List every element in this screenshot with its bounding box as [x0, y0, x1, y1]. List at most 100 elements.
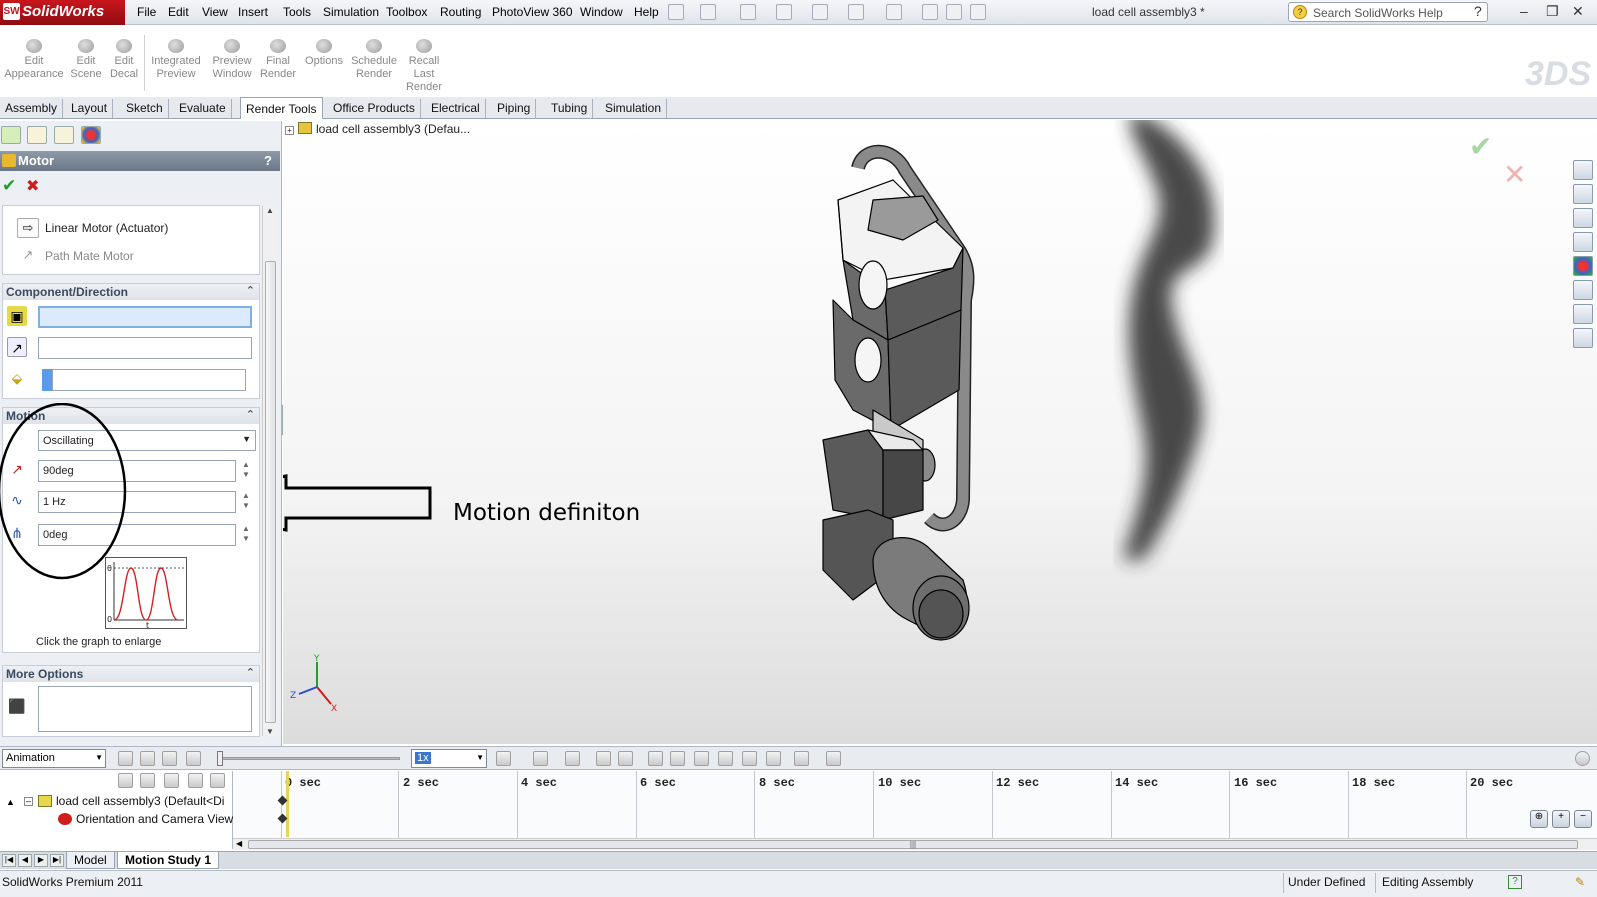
scroll-down-icon[interactable]: ▼ [266, 727, 274, 736]
tab-simulation[interactable]: Simulation [600, 99, 668, 119]
file-explorer-icon[interactable] [1573, 208, 1593, 228]
collapse-icon[interactable]: ⌃ [246, 284, 255, 297]
pm-scrollbar[interactable]: ▲ ▼ [262, 206, 278, 736]
appearance-manager-icon[interactable] [81, 126, 101, 144]
open-icon[interactable] [740, 4, 756, 20]
solidworks-resources-icon[interactable] [1573, 160, 1593, 180]
appearances-scenes-icon[interactable] [1573, 256, 1593, 276]
undo-icon[interactable] [848, 4, 864, 20]
motion-study-properties-icon[interactable] [826, 751, 841, 766]
zoom-in-timeline-icon[interactable]: + [1552, 810, 1570, 828]
collapse-icon[interactable]: ⌃ [246, 666, 255, 679]
frequency-spinner[interactable]: ▲ ▼ [241, 491, 251, 513]
menu-insert[interactable]: Insert [238, 5, 268, 19]
timeline-scrollbar[interactable]: ◀ ||| [233, 838, 1597, 850]
search-input[interactable]: ? Search SolidWorks Help [1288, 2, 1488, 22]
restore-icon[interactable]: ❐ [1546, 3, 1559, 20]
time-bar[interactable] [286, 771, 289, 837]
next-tab-icon[interactable]: ▶ [34, 854, 48, 867]
play-icon[interactable] [162, 751, 177, 766]
menu-file[interactable]: File [137, 5, 156, 19]
path-mate-motor-option[interactable]: ↗ Path Mate Motor [23, 247, 134, 263]
view-palette-icon[interactable] [1573, 232, 1593, 252]
direction-icon[interactable]: ↗ [7, 337, 27, 357]
gfx-minimize-icon[interactable]: – [1501, 120, 1508, 122]
gfx-close-icon[interactable]: ✕ [1549, 120, 1559, 122]
gfx-restore-icon[interactable]: ❐ [1525, 120, 1536, 122]
linear-motor-icon[interactable] [670, 751, 685, 766]
preview-window-button[interactable]: Preview Window [210, 39, 254, 81]
design-library-icon[interactable] [1573, 184, 1593, 204]
force-icon[interactable] [742, 751, 757, 766]
menu-help[interactable]: Help [634, 5, 659, 19]
tab-model[interactable]: Model [66, 852, 115, 869]
slider-knob[interactable] [217, 751, 223, 766]
pm-help-button[interactable]: ? [264, 153, 272, 168]
tab-office-products[interactable]: Office Products [328, 99, 421, 119]
solidworks-logo[interactable]: SW SolidWorks [0, 0, 125, 25]
close-icon[interactable]: ✕ [1572, 3, 1584, 20]
feature-manager-icon[interactable] [1, 126, 21, 144]
confirmation-ok-icon[interactable]: ✔ [1469, 130, 1492, 163]
expand-icon[interactable]: + [285, 126, 294, 135]
component-direction-header[interactable]: Component/Direction ⌃ [3, 284, 259, 300]
tab-tubing[interactable]: Tubing [546, 99, 594, 119]
load-cell-assembly-model[interactable] [813, 140, 983, 655]
edit-decal-button[interactable]: Edit Decal [106, 39, 142, 81]
tab-sketch[interactable]: Sketch [121, 99, 169, 119]
filter-results-icon[interactable] [188, 773, 203, 788]
menu-view[interactable]: View [202, 5, 228, 19]
cancel-icon[interactable]: ✖ [26, 176, 39, 196]
filter-selected-icon[interactable] [164, 773, 179, 788]
last-tab-icon[interactable]: ▶| [50, 854, 64, 867]
rebuild-icon[interactable] [922, 4, 938, 20]
recording-icon[interactable] [1573, 328, 1593, 348]
options-icon[interactable] [970, 4, 986, 20]
tab-layout[interactable]: Layout [66, 99, 114, 119]
scroll-up-icon[interactable]: ▲ [266, 206, 274, 215]
solidworks-forum-icon[interactable] [1573, 304, 1593, 324]
recall-last-render-button[interactable]: Recall Last Render [404, 39, 444, 94]
results-plots-icon[interactable] [794, 751, 809, 766]
menu-edit[interactable]: Edit [168, 5, 189, 19]
print-icon[interactable] [812, 4, 828, 20]
filter-animated-icon[interactable] [118, 773, 133, 788]
tab-motion-study-1[interactable]: Motion Study 1 [117, 852, 219, 869]
relative-component-field[interactable] [52, 369, 246, 391]
autokey-icon[interactable] [596, 751, 611, 766]
save-animation-icon[interactable] [533, 751, 548, 766]
configuration-manager-icon[interactable] [54, 126, 74, 144]
stop-icon[interactable] [186, 751, 201, 766]
playback-slider[interactable] [217, 751, 400, 766]
collapse-tree-icon[interactable]: ▲ [6, 797, 15, 807]
playback-speed-select[interactable]: 1x ▼ [411, 749, 487, 768]
edit-appearance-button[interactable]: Edit Appearance [4, 39, 64, 81]
more-options-header[interactable]: More Options ⌃ [3, 666, 259, 682]
amplitude-spinner[interactable]: ▲ ▼ [241, 460, 251, 482]
animation-wizard-icon[interactable] [565, 751, 580, 766]
select-icon[interactable] [886, 4, 902, 20]
playback-mode-icon[interactable] [496, 751, 511, 766]
ok-icon[interactable]: ✔ [2, 176, 16, 196]
prev-tab-icon[interactable]: ◀ [18, 854, 32, 867]
tab-render-tools[interactable]: Render Tools [240, 97, 323, 119]
tab-electrical[interactable]: Electrical [426, 99, 486, 119]
zoom-out-timeline-icon[interactable]: − [1574, 810, 1592, 828]
confirmation-cancel-icon[interactable]: ✕ [1503, 158, 1526, 191]
first-tab-icon[interactable]: |◀ [2, 854, 16, 867]
tab-assembly[interactable]: Assembly [0, 99, 64, 119]
file-properties-icon[interactable] [946, 4, 962, 20]
linear-motor-option[interactable]: ⇨ Linear Motor (Actuator) [17, 218, 168, 238]
minimize-icon[interactable]: – [1520, 3, 1528, 19]
auto-sort-icon[interactable] [210, 773, 225, 788]
tab-piping[interactable]: Piping [492, 99, 537, 119]
menu-tools[interactable]: Tools [283, 5, 311, 19]
rotary-motor-icon[interactable] [648, 751, 663, 766]
scroll-left-icon[interactable]: ◀ [236, 839, 242, 848]
phase-shift-spinner[interactable]: ▲ ▼ [241, 524, 251, 546]
calculate-icon[interactable] [118, 751, 133, 766]
contact-icon[interactable] [766, 751, 781, 766]
feature-tree-flyout[interactable]: + load cell assembly3 (Defau... [285, 122, 470, 136]
menu-simulation[interactable]: Simulation [323, 5, 379, 19]
new-document-icon[interactable] [700, 4, 716, 20]
